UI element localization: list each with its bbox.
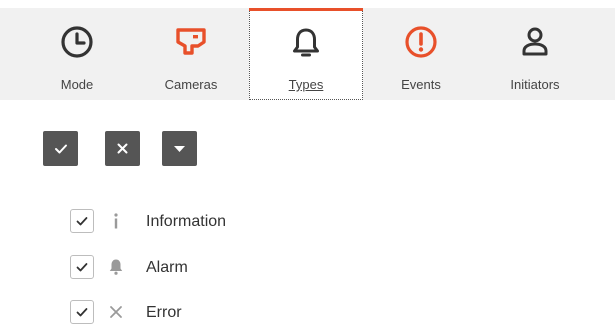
type-label: Information: [146, 213, 227, 230]
checkbox[interactable]: [70, 300, 94, 324]
checkbox[interactable]: [70, 209, 94, 233]
type-item-error: Error: [70, 300, 390, 324]
select-all-button[interactable]: [43, 131, 78, 166]
clear-all-button[interactable]: [105, 131, 140, 166]
bell-icon: [106, 257, 126, 277]
info-icon: [106, 211, 126, 231]
close-icon: [117, 143, 128, 154]
type-label: Alarm: [146, 259, 188, 276]
type-item-information: Information: [70, 209, 390, 235]
tab-cameras[interactable]: Cameras: [134, 8, 248, 100]
check-icon: [55, 144, 67, 154]
tab-label: Initiators: [510, 77, 560, 92]
active-tab-indicator: [249, 8, 363, 11]
tab-types[interactable]: Types: [249, 8, 363, 100]
checkmark-icon: [76, 263, 88, 272]
checkbox[interactable]: [70, 255, 94, 279]
tab-label: Cameras: [164, 77, 218, 92]
clock-icon: [57, 22, 97, 62]
person-icon: [515, 22, 555, 62]
camera-icon: [171, 22, 211, 62]
tab-mode[interactable]: Mode: [20, 8, 134, 100]
tab-events[interactable]: Events: [364, 8, 478, 100]
tab-label: Mode: [60, 77, 94, 92]
bell-icon: [286, 23, 326, 63]
tab-initiators[interactable]: Initiators: [478, 8, 592, 100]
type-item-alarm: Alarm: [70, 255, 390, 281]
type-label: Error: [146, 304, 182, 321]
tab-label: Types: [288, 77, 324, 92]
tab-label: Events: [401, 77, 441, 92]
exclamation-circle-icon: [401, 22, 441, 62]
caret-down-icon: [174, 146, 185, 152]
x-icon: [106, 302, 126, 322]
checkmark-icon: [76, 217, 88, 226]
filter-panel: Mode Cameras Types Events Initiators Inf…: [0, 0, 615, 324]
checkmark-icon: [76, 308, 88, 317]
tab-bar: Mode Cameras Types Events Initiators: [0, 8, 615, 100]
more-options-dropdown[interactable]: [162, 131, 197, 166]
